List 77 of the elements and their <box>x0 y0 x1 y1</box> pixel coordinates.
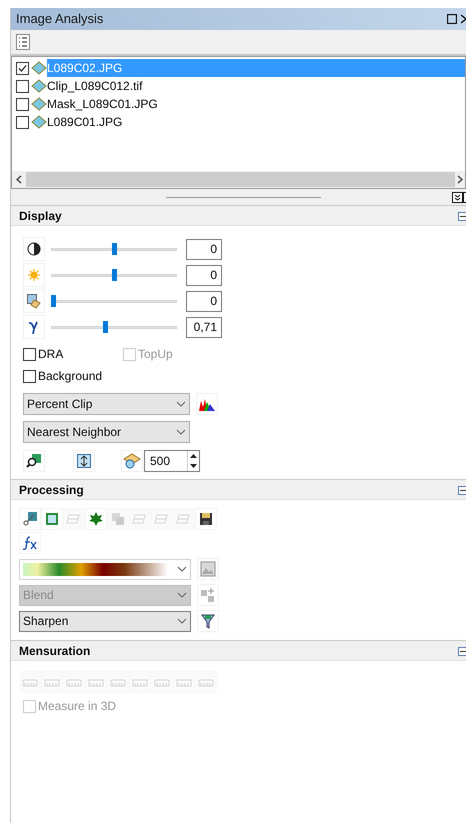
checkbox[interactable] <box>16 116 29 128</box>
section-header[interactable]: Display <box>11 205 466 226</box>
horizontal-scrollbar[interactable] <box>12 171 465 188</box>
section-title: Processing <box>19 482 84 498</box>
value-field[interactable]: 0 <box>186 290 222 312</box>
collapse-icon[interactable] <box>458 486 466 495</box>
histogram-icon[interactable] <box>198 397 216 411</box>
brightness-icon <box>26 267 42 283</box>
spinner-field[interactable]: 500 <box>144 450 200 472</box>
slider-thumb[interactable] <box>112 243 116 255</box>
close-icon[interactable] <box>461 14 466 24</box>
save-icon <box>198 511 214 527</box>
slider[interactable] <box>51 295 177 307</box>
refresh-time-icon[interactable] <box>123 453 141 469</box>
option-label: TopUp <box>138 346 173 363</box>
section-title: Mensuration <box>19 642 90 660</box>
contrast-icon <box>26 241 42 257</box>
scroll-left-icon[interactable] <box>16 175 22 184</box>
transparency-icon <box>26 293 42 309</box>
chevron-down-icon <box>177 618 187 624</box>
chevron-down-icon <box>176 401 186 407</box>
slider[interactable] <box>51 269 177 281</box>
option-label: Background <box>38 368 102 385</box>
raster-icon <box>31 115 47 129</box>
chevron-down-icon <box>177 566 187 572</box>
scrollbar-thumb[interactable] <box>26 172 455 187</box>
fit-icon[interactable] <box>77 454 91 468</box>
checkbox[interactable] <box>16 98 29 110</box>
stretch-dropdown[interactable]: Percent Clip <box>23 393 190 415</box>
clip-icon <box>22 511 38 527</box>
slider-thumb[interactable] <box>51 295 56 307</box>
add-grid-icon[interactable] <box>200 587 216 603</box>
expand-all-icon[interactable] <box>452 192 466 202</box>
list-view-icon[interactable] <box>16 34 30 50</box>
chevron-down-icon <box>177 592 187 598</box>
collapse-icon[interactable] <box>458 647 466 656</box>
layer-name[interactable]: L089C01.JPG <box>47 113 465 131</box>
layer-name[interactable]: Clip_L089C012.tif <box>47 77 465 95</box>
raster-icon <box>31 97 47 111</box>
checkbox[interactable] <box>16 80 29 92</box>
image-icon[interactable] <box>200 561 216 577</box>
option-label: Measure in 3D <box>38 698 116 715</box>
section-title: Display <box>19 208 62 224</box>
tool-button[interactable] <box>85 508 107 530</box>
tool-button[interactable] <box>195 508 217 530</box>
slider[interactable] <box>51 243 177 255</box>
spin-up-icon[interactable] <box>190 454 197 458</box>
layer-name[interactable]: Mask_L089C01.JPG <box>47 95 465 113</box>
raster-icon <box>31 61 47 75</box>
chevron-down-icon <box>176 429 186 435</box>
grid-icon <box>44 511 60 527</box>
collapse-icon[interactable] <box>458 212 466 221</box>
maximize-icon[interactable] <box>447 14 457 24</box>
spin-down-icon[interactable] <box>190 464 197 468</box>
checkbox[interactable] <box>23 370 36 382</box>
checkbox[interactable] <box>23 348 36 360</box>
filter-icon[interactable] <box>201 613 215 629</box>
option-label: DRA <box>38 346 64 363</box>
checkbox[interactable] <box>16 62 29 74</box>
window-title: Image Analysis <box>16 10 104 28</box>
section-header[interactable]: Mensuration <box>11 640 466 661</box>
resampling-dropdown[interactable]: Nearest Neighbor <box>23 421 190 443</box>
value-field[interactable]: 0,71 <box>186 316 222 338</box>
tool-button[interactable] <box>19 508 41 530</box>
color-ramp-dropdown[interactable] <box>19 558 191 580</box>
zoom-table-icon[interactable] <box>26 453 42 469</box>
filter-dropdown[interactable]: Sharpen <box>19 610 191 632</box>
value-field[interactable]: 0 <box>186 264 222 286</box>
function-icon[interactable] <box>22 535 38 551</box>
slider-thumb[interactable] <box>112 269 116 281</box>
value-field[interactable]: 0 <box>186 238 222 260</box>
scroll-right-icon[interactable] <box>457 175 463 184</box>
raster-icon <box>31 79 47 93</box>
slider[interactable] <box>51 321 177 333</box>
section-header[interactable]: Processing <box>11 479 466 500</box>
overlap-icon <box>110 511 126 527</box>
slider-thumb[interactable] <box>103 321 108 333</box>
